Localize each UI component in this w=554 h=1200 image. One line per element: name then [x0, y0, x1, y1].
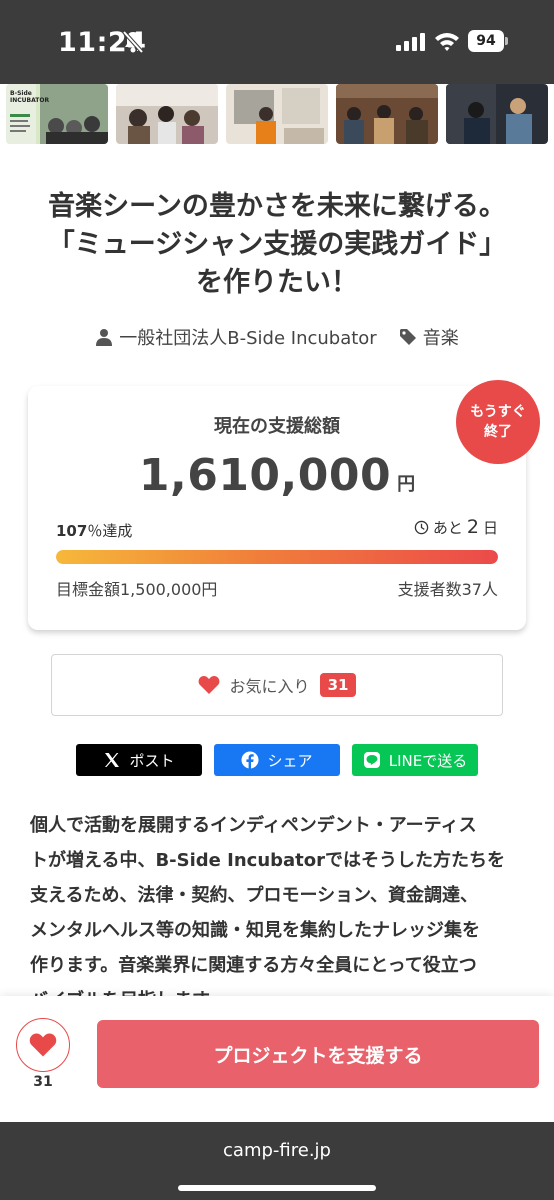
description-line: 作ります。音楽業界に関連する方々全員にとって役立つ: [30, 955, 477, 976]
description-line: 支えるため、法律・契約、プロモーション、資金調達、: [30, 885, 479, 906]
title-line-1: 音楽シーンの豊かさを未来に繋げる。: [48, 191, 506, 222]
rate-number: 107: [56, 522, 88, 540]
heart-icon: [29, 1033, 57, 1057]
days-number: 2: [466, 516, 479, 538]
signal-icon: [396, 33, 425, 51]
support-project-button[interactable]: プロジェクトを支援する: [97, 1020, 539, 1088]
goal-amount: 目標金額1,500,000円: [56, 580, 218, 599]
gallery-thumb-5[interactable]: [446, 84, 548, 144]
rate-suffix: ％達成: [87, 522, 133, 540]
favorite-button[interactable]: お気に入り 31: [51, 654, 503, 716]
facebook-icon: [241, 751, 259, 769]
funding-label: 現在の支援総額: [214, 416, 340, 437]
favorite-label: お気に入り: [229, 677, 310, 696]
favorite-heart-count: 31: [33, 1074, 53, 1090]
project-meta: 一般社団法人B-Side Incubator 音楽: [0, 322, 554, 352]
share-line-label: LINEで送る: [388, 751, 468, 770]
share-x-button[interactable]: ポスト: [76, 744, 202, 776]
project-gallery[interactable]: B-Side INCUBATOR: [0, 84, 554, 146]
description-line: メンタルヘルス等の知識・知見を集約したナレッジ集を: [30, 920, 480, 941]
days-prefix: あと: [432, 518, 463, 537]
days-suffix: 日: [482, 518, 498, 537]
thumb-logo-line1: B-Side: [10, 90, 32, 97]
ending-soon-badge: もうすぐ 終了: [456, 380, 540, 464]
owner-link[interactable]: 一般社団法人B-Side Incubator: [95, 324, 377, 350]
home-indicator[interactable]: [178, 1185, 376, 1191]
line-icon: [363, 752, 380, 768]
clock-icon: [414, 520, 429, 534]
badge-line-1: もうすぐ: [470, 404, 526, 420]
browser-url-bar[interactable]: camp-fire.jp: [0, 1122, 554, 1200]
thumbnail-image: [446, 84, 548, 144]
funding-amount: 1,610,000: [138, 450, 392, 501]
x-logo-icon: [105, 753, 120, 767]
bottom-action-bar: 31 プロジェクトを支援する: [0, 996, 554, 1122]
gallery-thumb-4[interactable]: [336, 84, 438, 144]
project-content: 音楽シーンの豊かさを未来に繋げる。 「ミュージシャン支援の実践ガイド」 を作りた…: [0, 146, 554, 1011]
user-icon: [96, 329, 113, 346]
battery-level: 94: [468, 30, 504, 52]
share-facebook-button[interactable]: シェア: [214, 744, 340, 776]
funding-card: 現在の支援総額 1,610,000 円 107％達成 あと 2 日 目標金額1,500…: [28, 386, 526, 630]
gallery-thumb-1[interactable]: B-Side INCUBATOR: [6, 84, 108, 144]
wifi-icon: [435, 33, 459, 51]
category-name: 音楽: [422, 328, 459, 349]
description-line: 個人で活動を展開するインディペンデント・アーティス: [30, 815, 477, 836]
title-line-2: 「ミュージシャン支援の実践ガイド」: [47, 229, 507, 260]
description-line: トが増える中、B-Side Incubatorではそうした方たちを: [30, 850, 506, 871]
backer-count: 支援者数37人: [397, 580, 498, 599]
title-line-3: を作りたい！: [196, 267, 358, 298]
tag-icon: [399, 329, 416, 345]
battery-cap: [505, 37, 508, 45]
share-line-button[interactable]: LINEで送る: [352, 744, 478, 776]
funding-unit: 円: [397, 474, 416, 495]
status-bar: 11:24 94: [0, 0, 554, 84]
owner-name: 一般社団法人B-Side Incubator: [119, 328, 377, 349]
project-description: 個人で活動を展開するインディペンデント・アーティス トが増える中、B-Side …: [30, 808, 526, 1018]
gallery-thumb-2[interactable]: [116, 84, 218, 144]
battery-icon: 94: [468, 30, 508, 52]
thumbnail-image: [226, 84, 328, 144]
thumbnail-image: [116, 84, 218, 144]
thumb-logo-line2: INCUBATOR: [10, 97, 50, 104]
badge-line-2: 終了: [484, 424, 512, 440]
thumbnail-image: [336, 84, 438, 144]
progress-bar: [56, 550, 498, 564]
heart-icon: [198, 676, 219, 694]
progress-fill: [56, 550, 498, 564]
days-left: あと 2 日: [414, 516, 498, 538]
category-link[interactable]: 音楽: [399, 324, 459, 350]
thumb-logo-text: B-Side INCUBATOR: [10, 90, 49, 104]
gallery-thumb-3[interactable]: [226, 84, 328, 144]
url-text: camp-fire.jp: [223, 1140, 331, 1161]
share-x-label: ポスト: [129, 751, 175, 770]
favorite-count: 31: [319, 673, 357, 697]
share-facebook-label: シェア: [267, 751, 313, 770]
funding-amount-row: 1,610,000 円: [28, 450, 526, 501]
favorite-heart-button[interactable]: [16, 1018, 70, 1072]
bell-slash-icon: [122, 30, 144, 54]
achievement-rate: 107％達成: [56, 520, 132, 541]
project-title: 音楽シーンの豊かさを未来に繋げる。 「ミュージシャン支援の実践ガイド」 を作りた…: [20, 188, 534, 302]
